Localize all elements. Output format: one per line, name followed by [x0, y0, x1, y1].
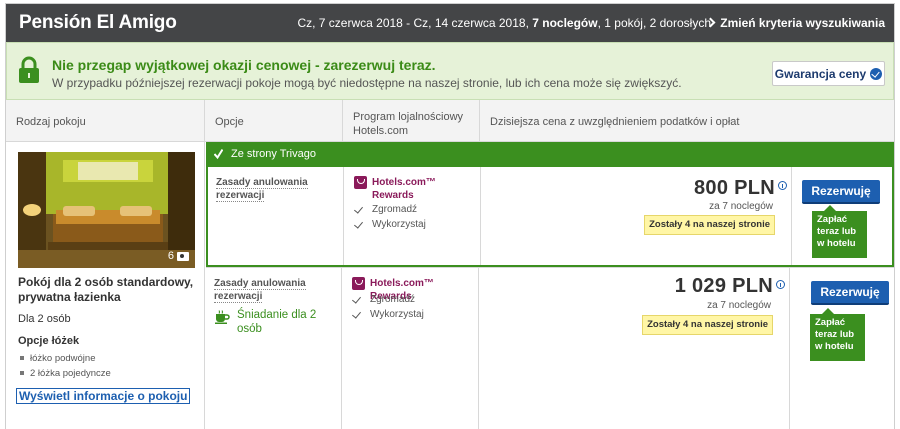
promo-subtitle: W przypadku późniejszej rezerwacji pokoj…: [52, 76, 682, 90]
chevron-right-icon: [705, 17, 716, 28]
price-amount: 800 PLN: [693, 177, 775, 199]
column-header-room-type: Rodzaj pokoju: [6, 100, 205, 142]
offer-row: Zasady anulowania rezerwacji Hotels.com™…: [206, 167, 894, 267]
offer-action-cell: Rezerwuję Zapłać teraz lub w hotelu: [790, 268, 894, 429]
loyalty-collect: Zgromadź: [354, 204, 417, 215]
offer-row: Zasady anulowania rezerwacji Śniadanie d…: [206, 267, 894, 429]
pay-now-or-at-hotel-tag: Zapłać teraz lub w hotelu: [812, 205, 867, 258]
cancel-policy-label: Zasady anulowania rezerwacji: [216, 177, 308, 202]
offer-loyalty-cell: Hotels.com™ Rewards Zgromadź Wykorzystaj: [344, 167, 481, 265]
offer-price-cell: 1 029 PLN za 7 noclegów Zostały 4 na nas…: [479, 268, 790, 429]
room-details: 6 Pokój dla 2 osób standardowy, prywatna…: [6, 142, 205, 429]
promo-title: Nie przegap wyjątkowej okazji cenowej - …: [52, 57, 436, 73]
camera-icon: [177, 251, 189, 261]
cancel-policy-label: Zasady anulowania rezerwacji: [214, 278, 306, 303]
trivago-offer-bar: Ze strony Trivago: [206, 142, 894, 167]
info-icon[interactable]: [776, 280, 785, 289]
stay-dates: Cz, 7 czerwca 2018 - Cz, 14 czerwca 2018…: [297, 16, 533, 30]
photo-count: 6: [168, 250, 189, 262]
loyalty-collect: Zgromadź: [352, 294, 415, 305]
breakfast-included: Śniadanie dla 2 osób: [214, 308, 334, 336]
breakfast-label: Śniadanie dla 2 osób: [237, 309, 317, 335]
room-name: Pokój dla 2 osób standardowy, prywatna ł…: [18, 275, 194, 304]
scarcity-badge: Zostały 4 na naszej stronie: [642, 315, 773, 335]
offer-options-cell: Zasady anulowania rezerwacji: [208, 167, 344, 265]
price-guarantee-label: Gwarancja ceny: [774, 66, 867, 81]
offer-action-cell: Rezerwuję Zapłać teraz lub w hotelu: [792, 167, 896, 265]
price-amount: 1 029 PLN: [674, 275, 773, 297]
column-header-options: Opcje: [205, 100, 343, 142]
loyalty-title: Hotels.com™ Rewards: [354, 176, 474, 202]
change-criteria-link[interactable]: Zmień kryteria wyszukiwania: [705, 16, 885, 30]
stay-guests: , 1 pokój, 2 dorosłych: [597, 16, 711, 30]
book-button[interactable]: Rezerwuję: [811, 281, 889, 305]
photo-count-value: 6: [167, 250, 174, 262]
trivago-label: Ze strony Trivago: [231, 148, 316, 160]
info-icon[interactable]: [778, 181, 787, 190]
price-nights: za 7 noclegów: [709, 201, 773, 212]
lock-icon: [19, 56, 39, 83]
pay-now-or-at-hotel-tag: Zapłać teraz lub w hotelu: [810, 308, 865, 361]
hotel-rooms-panel: Pensión El Amigo Cz, 7 czerwca 2018 - Cz…: [5, 3, 895, 429]
offer-options-cell: Zasady anulowania rezerwacji Śniadanie d…: [206, 268, 342, 429]
stay-summary: Cz, 7 czerwca 2018 - Cz, 14 czerwca 2018…: [297, 16, 711, 30]
bed-option: łóżko podwójne: [18, 351, 111, 366]
bed-option: 2 łóżka pojedyncze: [18, 366, 111, 381]
loyalty-redeem: Wykorzystaj: [354, 219, 426, 230]
loyalty-title-label: Hotels.com™ Rewards: [372, 177, 436, 201]
column-header-price: Dzisiejsza cena z uwzględnieniem podatkó…: [480, 100, 894, 142]
room-photo[interactable]: 6: [18, 152, 195, 268]
coffee-cup-icon: [215, 310, 230, 324]
cancel-policy-link[interactable]: Zasady anulowania rezerwacji: [214, 277, 314, 303]
offer-price-cell: 800 PLN za 7 noclegów Zostały 4 na nasze…: [481, 167, 792, 265]
rewards-icon: [352, 277, 365, 290]
check-circle-icon: [870, 67, 883, 80]
promo-banner: Nie przegap wyjątkowej okazji cenowej - …: [6, 42, 894, 100]
scarcity-badge: Zostały 4 na naszej stronie: [644, 215, 775, 235]
header-bar: Pensión El Amigo Cz, 7 czerwca 2018 - Cz…: [6, 4, 894, 42]
rewards-icon: [354, 176, 367, 189]
change-criteria-label: Zmień kryteria wyszukiwania: [720, 16, 885, 30]
offer-loyalty-cell: Hotels.com™ Rewards Zgromadź Wykorzystaj: [342, 268, 479, 429]
column-header-loyalty: Program lojalnościowy Hotels.com: [343, 100, 480, 142]
room-info-link[interactable]: Wyświetl informacje o pokoju: [16, 388, 191, 404]
bed-options-title: Opcje łóżek: [18, 335, 80, 347]
hotel-name: Pensión El Amigo: [19, 12, 177, 33]
book-button[interactable]: Rezerwuję: [802, 180, 880, 204]
loyalty-redeem: Wykorzystaj: [352, 309, 424, 320]
check-icon: [214, 148, 223, 160]
price-nights: za 7 noclegów: [707, 300, 771, 311]
room-occupancy: Dla 2 osób: [18, 313, 71, 325]
stay-nights: 7 noclegów: [532, 16, 598, 30]
price-guarantee-button[interactable]: Gwarancja ceny: [772, 61, 885, 86]
cancel-policy-link[interactable]: Zasady anulowania rezerwacji: [216, 176, 316, 202]
bed-options-list: łóżko podwójne 2 łóżka pojedyncze: [18, 351, 111, 381]
